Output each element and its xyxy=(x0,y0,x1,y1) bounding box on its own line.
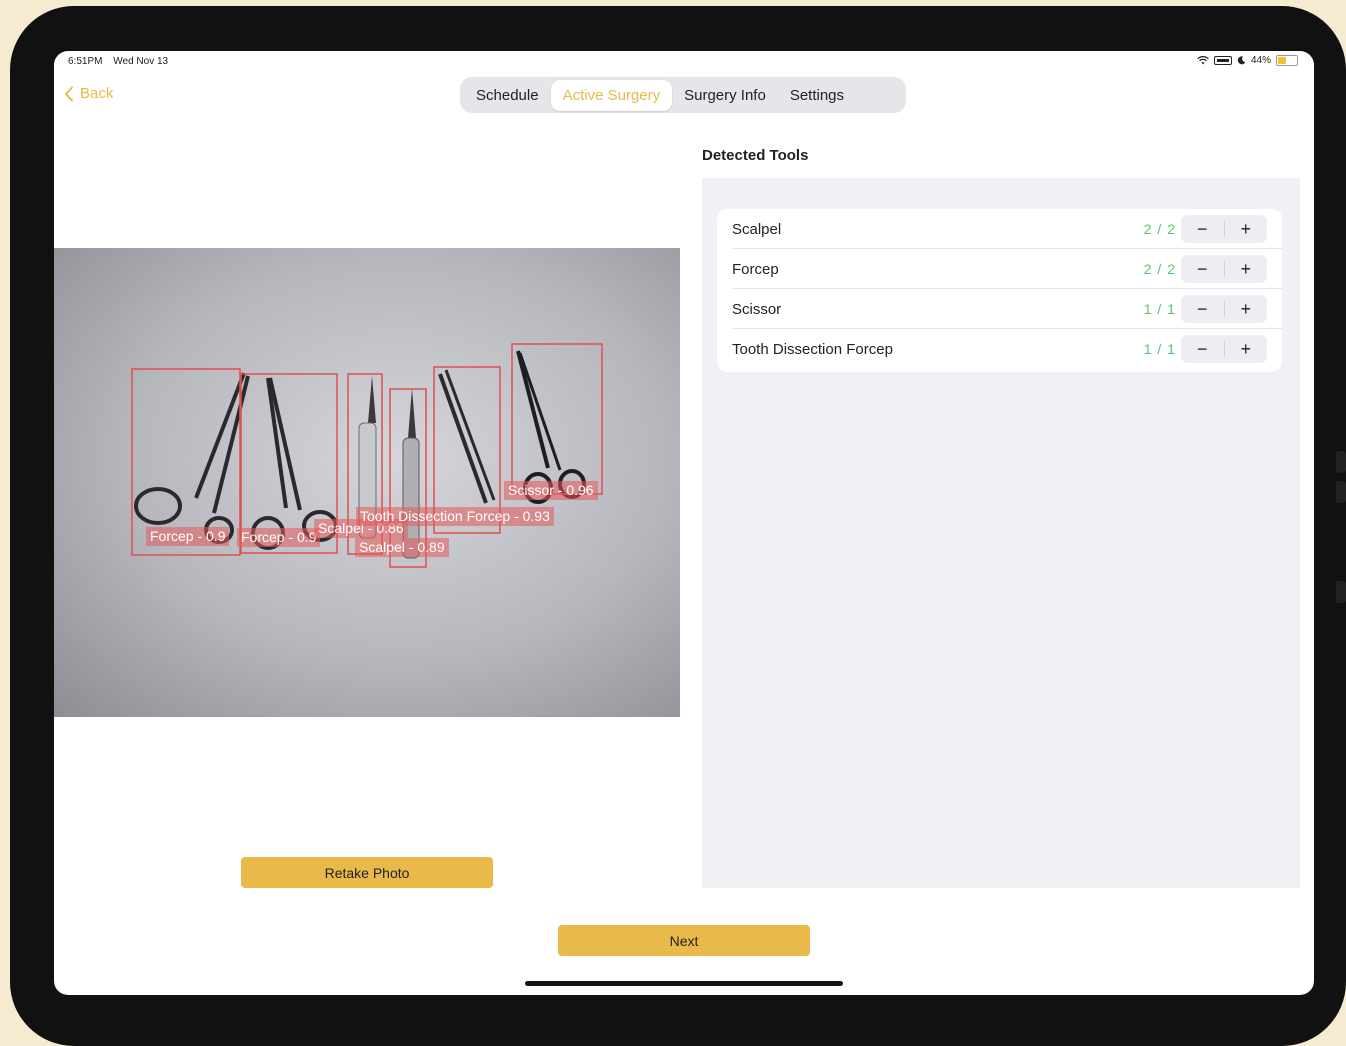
detection-label: Forcep - 0.9 xyxy=(146,527,230,546)
tab-schedule[interactable]: Schedule xyxy=(464,80,551,111)
increment-button[interactable]: + xyxy=(1225,295,1268,323)
tab-surgery-info[interactable]: Surgery Info xyxy=(672,80,778,111)
screen: 6:51PM Wed Nov 13 44% Back Schedule Acti… xyxy=(54,51,1314,995)
wifi-icon xyxy=(1197,56,1209,65)
tooth-dissection-forcep-image xyxy=(438,369,496,504)
tool-count: 2 / 2 xyxy=(1143,261,1176,277)
status-time: 6:51PM xyxy=(68,56,103,67)
status-bar-right: 44% xyxy=(1197,55,1298,66)
tool-row-scissor: Scissor 1 / 1 − + xyxy=(717,289,1282,329)
tool-row-forcep: Forcep 2 / 2 − + xyxy=(717,249,1282,289)
increment-button[interactable]: + xyxy=(1225,215,1268,243)
battery-percent: 44% xyxy=(1250,55,1271,66)
tab-segmented-control: Schedule Active Surgery Surgery Info Set… xyxy=(460,77,906,113)
decrement-button[interactable]: − xyxy=(1181,215,1224,243)
tab-active-surgery[interactable]: Active Surgery xyxy=(550,79,673,111)
side-button xyxy=(1336,451,1346,473)
tool-row-tooth-dissection-forcep: Tooth Dissection Forcep 1 / 1 − + xyxy=(717,329,1282,369)
home-indicator[interactable] xyxy=(525,981,843,986)
moon-icon xyxy=(1237,56,1246,65)
tool-name: Scalpel xyxy=(732,220,782,238)
forcep-1-image xyxy=(134,372,250,544)
detected-tools-title: Detected Tools xyxy=(702,147,809,164)
vpn-icon xyxy=(1213,56,1232,65)
tool-row-scalpel: Scalpel 2 / 2 − + xyxy=(717,209,1282,249)
decrement-button[interactable]: − xyxy=(1181,255,1224,283)
quantity-stepper: − + xyxy=(1181,295,1267,323)
status-date: Wed Nov 13 xyxy=(113,56,169,67)
detection-label: Forcep - 0.9 xyxy=(237,528,321,547)
side-button xyxy=(1336,581,1346,603)
tool-name: Tooth Dissection Forcep xyxy=(732,340,893,358)
next-button[interactable]: Next xyxy=(558,925,810,956)
retake-photo-button[interactable]: Retake Photo xyxy=(241,857,493,888)
side-button xyxy=(1336,481,1346,503)
detection-label: Scissor - 0.96 xyxy=(504,481,598,500)
back-label: Back xyxy=(80,85,114,102)
captured-photo: Forcep - 0.9 Forcep - 0.9 Scalpel - 0.86… xyxy=(54,248,680,717)
tool-name: Scissor xyxy=(732,300,782,318)
quantity-stepper: − + xyxy=(1181,215,1267,243)
increment-button[interactable]: + xyxy=(1225,335,1268,363)
status-bar-left: 6:51PM Wed Nov 13 xyxy=(68,56,176,67)
chevron-left-icon xyxy=(65,86,73,101)
tool-count: 1 / 1 xyxy=(1143,301,1176,317)
tool-count: 2 / 2 xyxy=(1143,221,1176,237)
increment-button[interactable]: + xyxy=(1225,255,1268,283)
detected-tools-list: Scalpel 2 / 2 − + Forcep 2 / 2 − + Sciss… xyxy=(717,209,1282,372)
decrement-button[interactable]: − xyxy=(1181,295,1224,323)
detection-label: Tooth Dissection Forcep - 0.93 xyxy=(356,507,554,526)
quantity-stepper: − + xyxy=(1181,255,1267,283)
detected-tools-panel: Scalpel 2 / 2 − + Forcep 2 / 2 − + Sciss… xyxy=(702,178,1300,888)
scissor-image xyxy=(516,350,586,504)
battery-icon xyxy=(1276,55,1298,66)
tool-name: Forcep xyxy=(732,260,779,278)
back-button[interactable]: Back xyxy=(64,85,113,102)
tab-settings[interactable]: Settings xyxy=(778,80,856,111)
decrement-button[interactable]: − xyxy=(1181,335,1224,363)
quantity-stepper: − + xyxy=(1181,335,1267,363)
tool-count: 1 / 1 xyxy=(1143,341,1176,357)
detection-label: Scalpel - 0.89 xyxy=(355,538,449,557)
